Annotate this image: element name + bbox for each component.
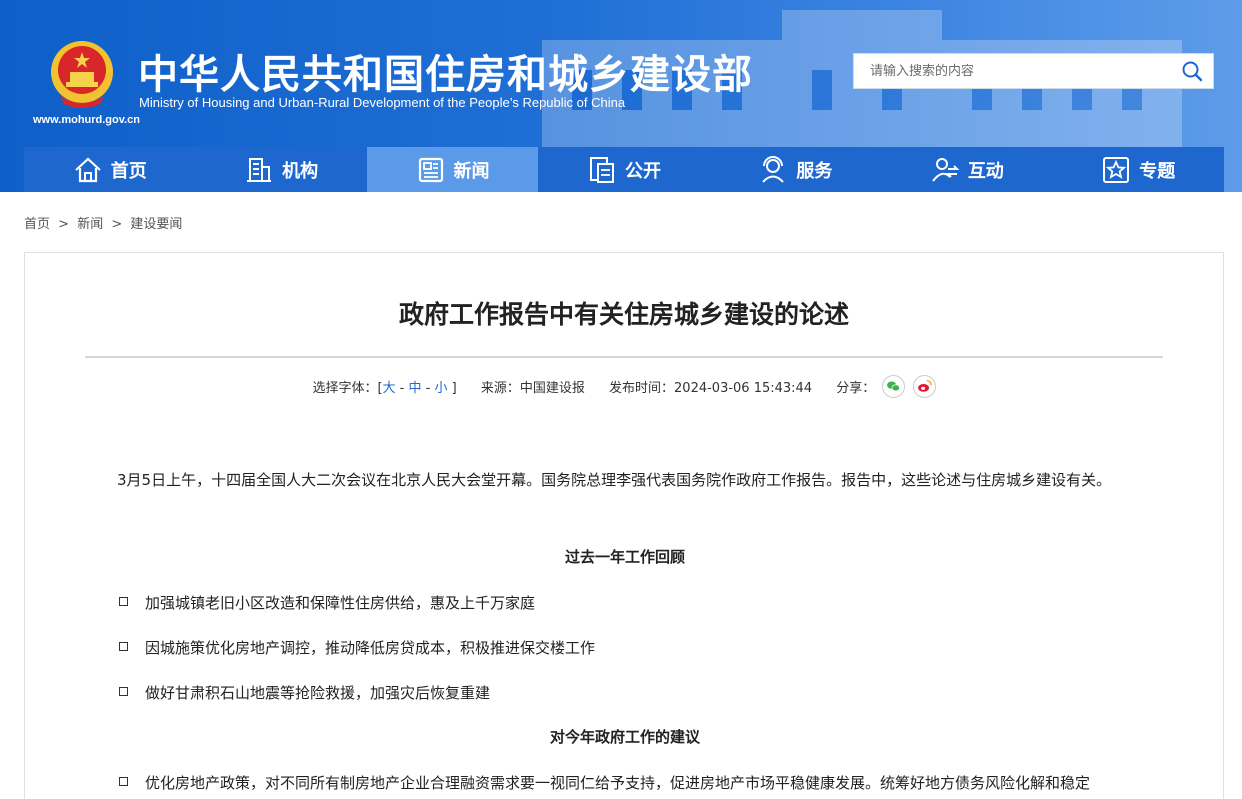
breadcrumb: 首页 > 新闻 > 建设要闻 <box>24 213 182 232</box>
nav-item-label: 互动 <box>967 160 1004 182</box>
list-item-text: 因城施策优化房地产调控，推动降低房贷成本，积极推进保交楼工作 <box>145 639 596 657</box>
bullet-square-icon <box>119 642 128 651</box>
home-icon <box>74 157 101 182</box>
bullet-square-icon <box>119 777 128 786</box>
font-size-selector: 选择字体：[大 - 中 - 小 ] <box>312 381 457 396</box>
national-emblem-logo <box>51 41 113 108</box>
article-meta: 选择字体：[大 - 中 - 小 ] 来源：中国建设报 发布时间：2024-03-… <box>25 375 1223 400</box>
nav-item-label: 首页 <box>110 160 147 182</box>
bullet-square-icon <box>119 597 128 606</box>
font-size-small-link[interactable]: 小 <box>435 381 448 396</box>
building-icon <box>247 157 272 182</box>
breadcrumb-separator: > <box>58 217 70 232</box>
wechat-share-icon[interactable] <box>882 375 906 398</box>
article-source: 来源：中国建设报 <box>480 381 585 396</box>
font-size-medium-link[interactable]: 中 <box>409 381 422 396</box>
service-icon <box>762 155 785 183</box>
main-nav: 首页 机构 新闻 公开 服务 互动 专题 <box>24 147 1224 192</box>
search-icon[interactable] <box>1181 60 1203 82</box>
bullet-square-icon <box>119 687 128 696</box>
list-item-text: 加强城镇老旧小区改造和保障性住房供给，惠及上千万家庭 <box>145 594 536 612</box>
article-title: 政府工作报告中有关住房城乡建设的论述 <box>398 300 849 329</box>
list-item: 优化房地产政策，对不同所有制房地产企业合理融资需求要一视同仁给予支持，促进房地产… <box>119 772 1090 793</box>
site-title-chinese: 中华人民共和国住房和城乡建设部 <box>138 52 753 98</box>
nav-item-label: 新闻 <box>453 160 490 182</box>
share-label: 分享： <box>836 381 876 396</box>
nav-item-label: 专题 <box>1139 160 1176 182</box>
nav-item-interaction[interactable]: 互动 <box>881 147 1052 192</box>
nav-item-label: 机构 <box>282 160 319 182</box>
font-size-close-bracket: ] <box>451 381 457 396</box>
nav-item-institutions[interactable]: 机构 <box>195 147 366 192</box>
list-item: 加强城镇老旧小区改造和保障性住房供给，惠及上千万家庭 <box>119 592 535 613</box>
nav-item-news[interactable]: 新闻 <box>366 147 539 192</box>
section-heading: 对今年政府工作的建议 <box>549 728 700 746</box>
search-input[interactable] <box>854 54 1164 88</box>
news-icon <box>418 157 443 182</box>
nav-item-topics[interactable]: 专题 <box>1053 147 1224 192</box>
weibo-share-icon[interactable] <box>912 375 936 398</box>
star-icon <box>1103 156 1130 183</box>
search-box <box>853 53 1214 89</box>
nav-item-label: 公开 <box>624 160 661 182</box>
list-item: 做好甘肃积石山地震等抢险救援，加强灾后恢复重建 <box>119 682 490 703</box>
article-intro-paragraph: 3月5日上午，十四届全国人大二次会议在北京人民大会堂开幕。国务院总理李强代表国务… <box>117 471 1112 489</box>
documents-icon <box>589 156 614 183</box>
list-item-text: 优化房地产政策，对不同所有制房地产企业合理融资需求要一视同仁给予支持，促进房地产… <box>145 774 1091 792</box>
site-title-english: Ministry of Housing and Urban-Rural Deve… <box>139 95 626 110</box>
section-heading: 过去一年工作回顾 <box>564 548 685 566</box>
breadcrumb-separator: > <box>111 217 123 232</box>
breadcrumb-news[interactable]: 新闻 <box>77 217 103 232</box>
title-divider <box>85 356 1163 358</box>
interaction-icon <box>932 157 960 182</box>
font-size-large-link[interactable]: 大 <box>383 381 396 396</box>
nav-item-services[interactable]: 服务 <box>710 147 881 192</box>
share-group: 分享： <box>836 375 936 398</box>
breadcrumb-home[interactable]: 首页 <box>24 217 50 232</box>
article-publish-time: 发布时间：2024-03-06 15:43:44 <box>609 381 813 396</box>
font-size-label: 选择字体：[ <box>312 381 383 396</box>
nav-item-public[interactable]: 公开 <box>538 147 709 192</box>
breadcrumb-construction-news[interactable]: 建设要闻 <box>130 217 182 232</box>
list-item: 因城施策优化房地产调控，推动降低房贷成本，积极推进保交楼工作 <box>119 637 595 658</box>
site-url: www.mohurd.gov.cn <box>33 114 140 126</box>
nav-item-label: 服务 <box>796 160 833 182</box>
nav-item-home[interactable]: 首页 <box>24 147 195 192</box>
list-item-text: 做好甘肃积石山地震等抢险救援，加强灾后恢复重建 <box>145 684 491 702</box>
article-panel: 政府工作报告中有关住房城乡建设的论述 选择字体：[大 - 中 - 小 ] 来源：… <box>24 252 1224 799</box>
